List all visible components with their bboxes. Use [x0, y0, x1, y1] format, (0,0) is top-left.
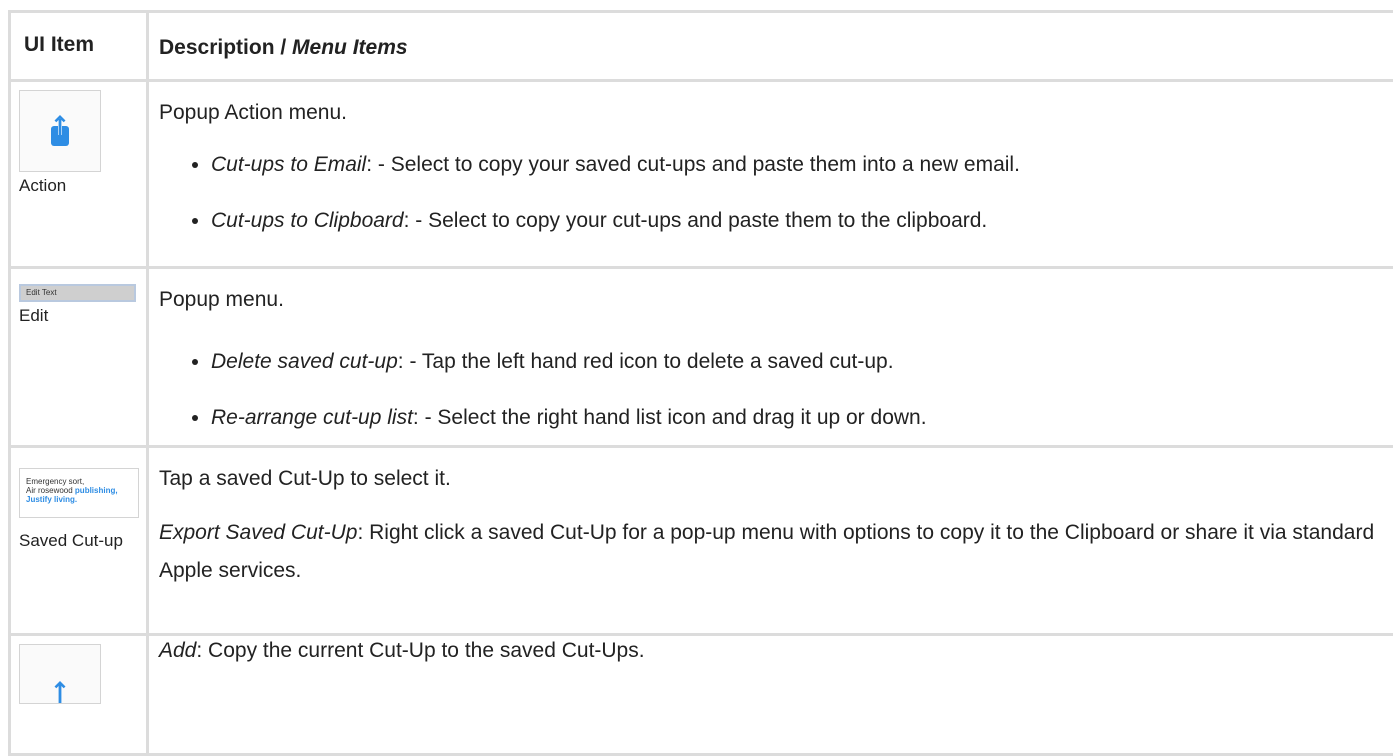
- header-ui-item: UI Item: [11, 13, 149, 79]
- add-term: Add: [159, 639, 197, 662]
- header-description: Description / Menu Items: [149, 13, 1393, 79]
- thumb-line-1: Emergency sort,: [26, 477, 85, 486]
- edit-text-button: Edit Text: [19, 284, 136, 302]
- export-term: Export Saved Cut-Up: [159, 521, 358, 544]
- thumb-line-2: Air rosewood publishing,: [26, 486, 138, 495]
- table-row-edit: Edit Text Edit Popup menu. Delete saved …: [11, 269, 1393, 448]
- menu-text: : - Tap the left hand red icon to delete…: [397, 350, 894, 373]
- thumb-line-2-plain: Air rosewood: [26, 486, 75, 495]
- menu-term: Delete saved cut-up: [211, 350, 398, 373]
- action-item-cell: Action: [11, 82, 149, 266]
- saved-export: Export Saved Cut-Up: Right click a saved…: [159, 514, 1393, 590]
- menu-text: : - Select the right hand list icon and …: [412, 406, 927, 429]
- edit-label: Edit: [19, 306, 49, 325]
- menu-text: : - Select to copy your saved cut-ups an…: [366, 153, 1020, 176]
- add-text: Add: Copy the current Cut-Up to the save…: [159, 636, 1393, 666]
- table-row-add: Add: Copy the current Cut-Up to the save…: [11, 636, 1393, 756]
- list-item: Re-arrange cut-up list: - Select the rig…: [211, 399, 1393, 436]
- edit-menu-list: Delete saved cut-up: - Tap the left hand…: [159, 343, 1393, 436]
- menu-term: Cut-ups to Clipboard: [211, 209, 404, 232]
- share-icon: [19, 90, 101, 172]
- edit-description: Popup menu. Delete saved cut-up: - Tap t…: [149, 269, 1393, 445]
- ui-items-table: UI Item Description / Menu Items Action …: [8, 10, 1393, 756]
- menu-term: Re-arrange cut-up list: [211, 406, 413, 429]
- menu-text: : - Select to copy your cut-ups and past…: [403, 209, 988, 232]
- action-label: Action: [19, 176, 67, 195]
- edit-item-cell: Edit Text Edit: [11, 269, 149, 445]
- list-item: Cut-ups to Email: - Select to copy your …: [211, 146, 1393, 183]
- edit-intro: Popup menu.: [159, 288, 284, 311]
- share-icon: [19, 644, 101, 704]
- add-body: : Copy the current Cut-Up to the saved C…: [196, 639, 645, 662]
- saved-description: Tap a saved Cut-Up to select it. Export …: [149, 448, 1393, 633]
- action-description: Popup Action menu. Cut-ups to Email: - S…: [149, 82, 1393, 266]
- menu-term: Cut-ups to Email: [211, 153, 367, 176]
- saved-item-cell: Emergency sort, Air rosewood publishing,…: [11, 448, 149, 633]
- action-intro: Popup Action menu.: [159, 101, 347, 124]
- add-description: Add: Copy the current Cut-Up to the save…: [149, 636, 1393, 753]
- saved-intro: Tap a saved Cut-Up to select it.: [159, 467, 451, 490]
- table-header-row: UI Item Description / Menu Items: [11, 13, 1393, 82]
- list-item: Delete saved cut-up: - Tap the left hand…: [211, 343, 1393, 380]
- thumb-line-2-blue: publishing,: [74, 486, 118, 495]
- action-menu-list: Cut-ups to Email: - Select to copy your …: [159, 146, 1393, 239]
- saved-cutup-thumbnail: Emergency sort, Air rosewood publishing,…: [19, 468, 139, 518]
- header-menu-items: Menu Items: [292, 36, 408, 59]
- header-description-plain: Description /: [159, 36, 293, 59]
- list-item: Cut-ups to Clipboard: - Select to copy y…: [211, 202, 1393, 239]
- thumb-line-3: Justify living.: [26, 495, 78, 504]
- add-item-cell: [11, 636, 149, 753]
- table-row-action: Action Popup Action menu. Cut-ups to Ema…: [11, 82, 1393, 269]
- table-row-saved-cutup: Emergency sort, Air rosewood publishing,…: [11, 448, 1393, 636]
- saved-label: Saved Cut-up: [19, 531, 123, 550]
